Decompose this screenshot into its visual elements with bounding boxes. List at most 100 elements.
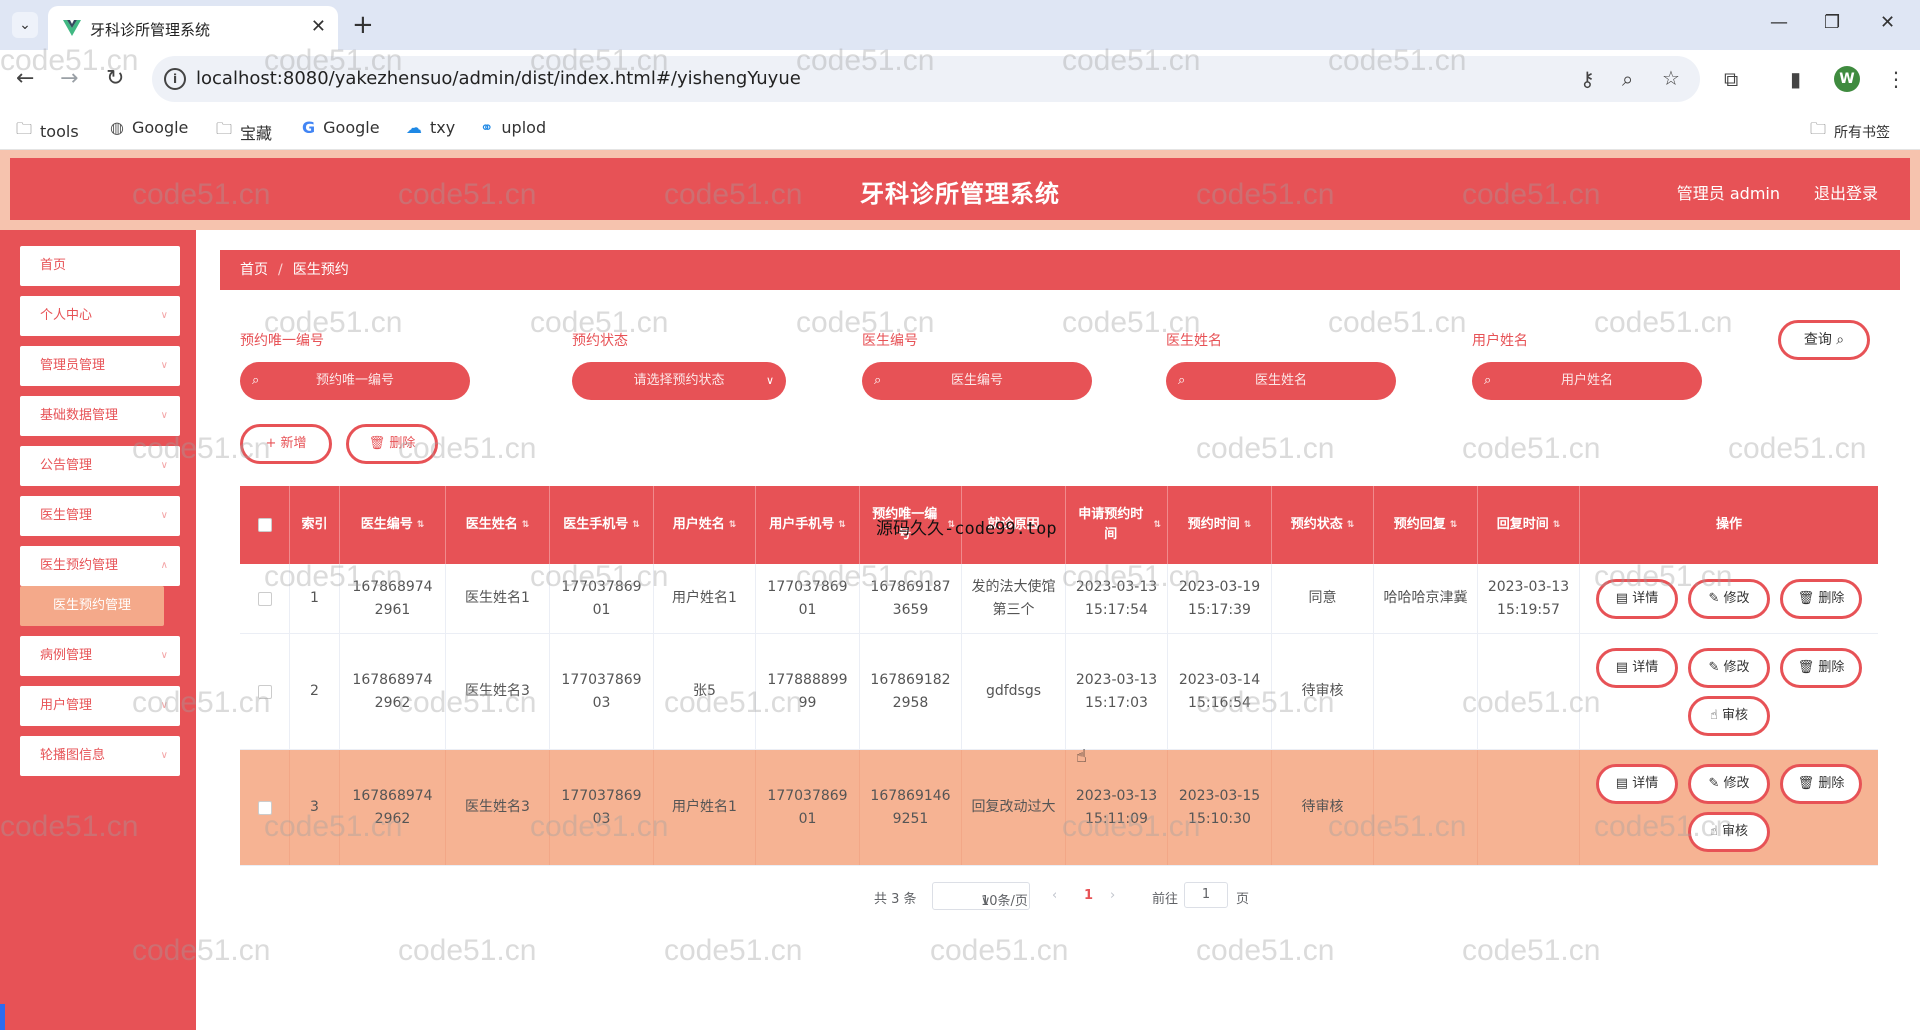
sort-icon[interactable]: ⇅ — [632, 515, 640, 535]
bookmark-tools[interactable]: 🗀 tools — [16, 118, 79, 145]
sort-icon[interactable]: ⇅ — [1244, 515, 1252, 535]
minimize-icon[interactable]: — — [1770, 12, 1788, 33]
sidebar-item-appointments[interactable]: 医生预约管理 ∧ — [20, 546, 180, 586]
col-reply[interactable]: 预约回复 ⇅ — [1374, 486, 1478, 564]
detail-button[interactable]: ▤ 详情 — [1596, 764, 1678, 804]
row-select[interactable] — [240, 750, 290, 865]
batch-delete-button[interactable]: 🗑 删除 — [346, 424, 438, 464]
sort-icon[interactable]: ⇅ — [1553, 515, 1561, 535]
next-page-icon[interactable]: › — [1110, 888, 1115, 903]
zoom-icon[interactable]: ⌕ — [1622, 67, 1633, 91]
sort-icon[interactable]: ⇅ — [1347, 515, 1355, 535]
select-all-header[interactable] — [240, 486, 290, 564]
page-number-current[interactable]: 1 — [1084, 888, 1093, 903]
edit-button[interactable]: ✎ 修改 — [1688, 764, 1770, 804]
new-tab-icon[interactable]: + — [352, 10, 374, 40]
col-user-phone[interactable]: 用户手机号 ⇅ — [756, 486, 860, 564]
password-key-icon[interactable]: ⚷ — [1580, 67, 1595, 91]
col-doctor-no[interactable]: 医生编号 ⇅ — [340, 486, 446, 564]
sort-icon[interactable]: ⇅ — [838, 515, 846, 535]
sidebar-item-doctors[interactable]: 医生管理 ∨ — [20, 496, 180, 536]
delete-button[interactable]: 🗑 删除 — [1780, 764, 1862, 804]
tab-close-icon[interactable]: ✕ — [311, 16, 326, 37]
browser-tab[interactable]: 牙科诊所管理系统 ✕ — [48, 6, 338, 50]
sidebar-item-notices[interactable]: 公告管理 ∨ — [20, 446, 180, 486]
sidebar-item-carousel[interactable]: 轮播图信息 ∨ — [20, 736, 180, 776]
url-text[interactable]: localhost:8080/yakezhensuo/admin/dist/in… — [196, 68, 801, 89]
forward-icon[interactable]: → — [60, 66, 78, 91]
row-select[interactable] — [240, 634, 290, 749]
bookmark-treasure[interactable]: 🗀 宝藏 — [216, 118, 272, 145]
tab-search-icon[interactable]: ⌄ — [12, 12, 38, 38]
breadcrumb-home[interactable]: 首页 — [240, 262, 268, 278]
delete-button[interactable]: 🗑 删除 — [1780, 648, 1862, 688]
bookmark-uplod[interactable]: ⚭ uplod — [480, 118, 546, 137]
col-doctor-name[interactable]: 医生姓名 ⇅ — [446, 486, 550, 564]
edit-button[interactable]: ✎ 修改 — [1688, 648, 1770, 688]
reload-icon[interactable]: ↻ — [106, 66, 124, 91]
prev-page-icon[interactable]: ‹ — [1052, 888, 1057, 903]
back-icon[interactable]: ← — [16, 66, 34, 91]
detail-button[interactable]: ▤ 详情 — [1596, 579, 1678, 619]
sidebar-item-users[interactable]: 用户管理 ∨ — [20, 686, 180, 726]
col-apply-time[interactable]: 申请预约时间 ⇅ — [1066, 486, 1168, 564]
sort-icon[interactable]: ⇅ — [1450, 515, 1458, 535]
col-reply-time[interactable]: 回复时间 ⇅ — [1478, 486, 1580, 564]
edit-button[interactable]: ✎ 修改 — [1688, 579, 1770, 619]
sort-icon[interactable]: ⇅ — [729, 515, 737, 535]
close-window-icon[interactable]: ✕ — [1880, 12, 1895, 33]
goto-page-input[interactable]: 1 — [1184, 882, 1228, 908]
col-doctor-phone[interactable]: 医生手机号 ⇅ — [550, 486, 654, 564]
col-user-name[interactable]: 用户姓名 ⇅ — [654, 486, 756, 564]
sidebar-item-profile[interactable]: 个人中心 ∨ — [20, 296, 180, 336]
extensions-icon[interactable]: ⧉ — [1724, 67, 1738, 91]
sort-icon[interactable]: ⇅ — [417, 515, 425, 535]
doctor-no-input[interactable]: ⌕ 医生编号 — [862, 362, 1092, 400]
appt-no-input[interactable]: ⌕ 预约唯一编号 — [240, 362, 470, 400]
appt-status-select[interactable]: 请选择预约状态 ∨ — [572, 362, 786, 400]
bookmark-star-icon[interactable]: ☆ — [1662, 66, 1680, 90]
chevron-down-icon: ∨ — [160, 310, 168, 321]
folder-icon: 🗀 — [216, 119, 233, 138]
sort-icon[interactable]: ⇅ — [1153, 515, 1161, 535]
cell-doctor-phone: 17703786903 — [550, 750, 654, 865]
query-button[interactable]: 查询 ⌕ — [1778, 320, 1870, 360]
sort-icon[interactable]: ⇅ — [522, 515, 530, 535]
cell-reply-time — [1478, 634, 1580, 749]
audit-button[interactable]: ☝ 审核 — [1688, 696, 1770, 736]
sidebar-item-cases[interactable]: 病例管理 ∨ — [20, 636, 180, 676]
doctor-name-input[interactable]: ⌕ 医生姓名 — [1166, 362, 1396, 400]
select-all-checkbox[interactable] — [257, 518, 272, 532]
address-bar[interactable]: i localhost:8080/yakezhensuo/admin/dist/… — [152, 56, 1700, 102]
maximize-icon[interactable]: ❐ — [1824, 12, 1840, 33]
all-bookmarks[interactable]: 🗀 所有书签 — [1810, 118, 1890, 145]
bookmark-google-2[interactable]: G Google — [302, 118, 380, 137]
cell-doctor-name: 医生姓名1 — [446, 564, 550, 633]
row-select[interactable] — [240, 564, 290, 633]
logout-link[interactable]: 退出登录 — [1814, 180, 1878, 204]
table-row: 2 1678689742962 医生姓名3 17703786903 张5 177… — [240, 634, 1878, 750]
sidebar-subitem-appointment-manage[interactable]: 医生预约管理 — [20, 586, 164, 626]
audit-button[interactable]: ☝ 审核 — [1688, 812, 1770, 852]
profile-avatar[interactable]: W — [1834, 66, 1860, 92]
more-menu-icon[interactable]: ⋮ — [1886, 67, 1906, 91]
col-status[interactable]: 预约状态 ⇅ — [1272, 486, 1374, 564]
sidebar-item-home[interactable]: 首页 — [20, 246, 180, 286]
row-checkbox[interactable] — [257, 591, 272, 606]
col-appt-time[interactable]: 预约时间 ⇅ — [1168, 486, 1272, 564]
sidebar-item-admins[interactable]: 管理员管理 ∨ — [20, 346, 180, 386]
add-button[interactable]: + 新增 — [240, 424, 332, 464]
bookmark-google[interactable]: ◍ Google — [110, 118, 188, 137]
side-panel-icon[interactable]: ▮ — [1790, 67, 1801, 91]
row-checkbox[interactable] — [257, 684, 272, 699]
cell-apply-time: 2023-03-13 15:11:09 — [1066, 750, 1168, 865]
bookmark-txy[interactable]: ☁ txy — [406, 118, 455, 137]
user-name-input[interactable]: ⌕ 用户姓名 — [1472, 362, 1702, 400]
detail-button[interactable]: ▤ 详情 — [1596, 648, 1678, 688]
cell-actions: ▤ 详情 ✎ 修改 🗑 删除 — [1580, 564, 1878, 633]
site-info-icon[interactable]: i — [164, 68, 186, 90]
page-size-select[interactable]: 10条/页 ∨ — [932, 882, 1030, 910]
row-checkbox[interactable] — [257, 800, 272, 815]
sidebar-item-basic-data[interactable]: 基础数据管理 ∨ — [20, 396, 180, 436]
delete-button[interactable]: 🗑 删除 — [1780, 579, 1862, 619]
